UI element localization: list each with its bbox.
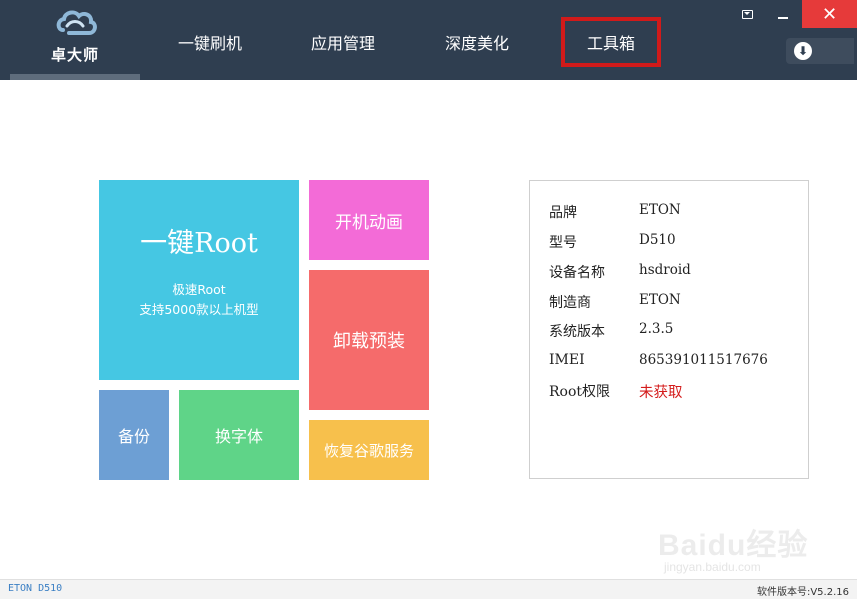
boot-animation-label: 开机动画 bbox=[335, 212, 403, 233]
minimize-icon bbox=[778, 17, 788, 19]
backup-label: 备份 bbox=[117, 427, 150, 446]
window-minimize-button[interactable] bbox=[764, 0, 802, 28]
tab-app-management[interactable]: 应用管理 bbox=[311, 30, 375, 54]
tab-beautify[interactable]: 深度美化 bbox=[445, 30, 509, 54]
info-value: 2.3.5 bbox=[639, 321, 674, 337]
baidu-watermark: Baidu经验 jingyan.baidu.com bbox=[648, 508, 848, 578]
status-bar: ETON D510 软件版本号:V5.2.16 bbox=[0, 579, 857, 599]
uninstall-preinstalled-label: 卸载预装 bbox=[333, 331, 405, 352]
window-close-button[interactable]: ✕ bbox=[802, 0, 857, 28]
dropdown-menu-icon bbox=[741, 9, 753, 19]
status-device-name: ETON D510 bbox=[8, 583, 63, 594]
info-label: Root权限 bbox=[549, 384, 611, 400]
window-menu-button[interactable] bbox=[730, 0, 764, 28]
info-label: 系统版本 bbox=[549, 324, 605, 340]
info-label: 品牌 bbox=[549, 205, 577, 221]
device-info-panel: 品牌 ETON 型号 D510 设备名称 hsdroid 制造商 ETON 系统… bbox=[529, 180, 809, 479]
info-label: 制造商 bbox=[549, 295, 591, 311]
root-status-value: 未获取 bbox=[639, 385, 683, 401]
root-tile-subtitle: 极速Root 支持5000款以上机型 bbox=[139, 280, 258, 320]
one-click-root-tile[interactable]: 一键Root 极速Root 支持5000款以上机型 bbox=[99, 180, 299, 380]
info-value: ETON bbox=[639, 202, 681, 218]
root-tile-sub-line2: 支持5000款以上机型 bbox=[139, 301, 259, 317]
app-logo[interactable]: 卓大师 bbox=[10, 0, 140, 80]
uninstall-preinstalled-tile[interactable]: 卸载预装 bbox=[309, 270, 429, 410]
backup-tile[interactable]: 备份 bbox=[99, 390, 169, 480]
change-font-label: 换字体 bbox=[214, 427, 263, 446]
info-row-root-status: Root权限 未获取 bbox=[530, 381, 808, 411]
restore-google-services-label: 恢复谷歌服务 bbox=[323, 441, 414, 460]
root-tile-sub-line1: 极速Root bbox=[172, 281, 226, 297]
info-row-os-version: 系统版本 2.3.5 bbox=[530, 321, 808, 351]
info-value: D510 bbox=[639, 232, 676, 248]
info-label: 型号 bbox=[549, 235, 577, 251]
info-row-model: 型号 D510 bbox=[530, 232, 808, 262]
logo-active-indicator bbox=[10, 74, 140, 80]
change-font-tile[interactable]: 换字体 bbox=[179, 390, 299, 480]
close-icon: ✕ bbox=[821, 3, 838, 25]
status-software-version: 软件版本号:V5.2.16 bbox=[756, 587, 849, 598]
info-row-imei: IMEI 865391011517676 bbox=[530, 352, 808, 382]
info-row-brand: 品牌 ETON bbox=[530, 202, 808, 232]
info-value: ETON bbox=[639, 292, 681, 308]
tab-flash[interactable]: 一键刷机 bbox=[178, 30, 242, 54]
app-header: 卓大师 一键刷机 应用管理 深度美化 工具箱 ✕ ⬇ bbox=[0, 0, 857, 80]
boot-animation-tile[interactable]: 开机动画 bbox=[309, 180, 429, 260]
info-value: 865391011517676 bbox=[639, 352, 768, 368]
restore-google-services-tile[interactable]: 恢复谷歌服务 bbox=[309, 420, 429, 480]
toolbox-highlight-box bbox=[561, 17, 661, 67]
watermark-url: jingyan.baidu.com bbox=[664, 560, 761, 574]
info-row-device-name: 设备名称 hsdroid bbox=[530, 262, 808, 292]
info-row-manufacturer: 制造商 ETON bbox=[530, 292, 808, 322]
info-label: IMEI bbox=[549, 352, 585, 368]
root-tile-title: 一键Root bbox=[140, 227, 258, 259]
watermark-brand: Baidu经验 bbox=[658, 529, 809, 562]
info-value: hsdroid bbox=[639, 262, 691, 278]
info-label: 设备名称 bbox=[549, 265, 605, 281]
logo-cloud-icon bbox=[56, 10, 97, 35]
download-icon: ⬇ bbox=[794, 42, 812, 60]
download-manager-button[interactable]: ⬇ bbox=[786, 38, 854, 64]
logo-text: 卓大师 bbox=[50, 46, 99, 64]
